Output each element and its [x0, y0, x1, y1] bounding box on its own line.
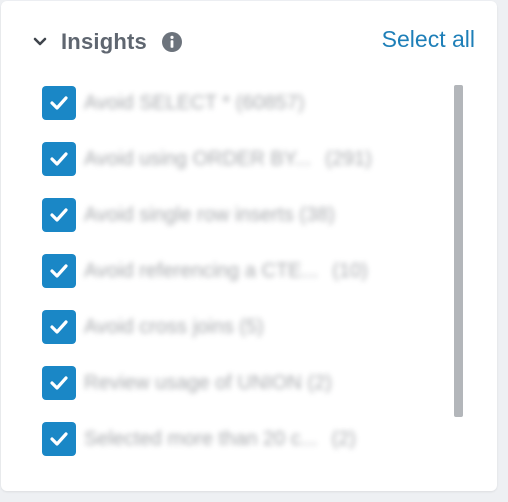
- item-count: (291): [325, 147, 372, 170]
- checkbox[interactable]: [42, 142, 76, 176]
- section-title: Insights: [61, 29, 147, 54]
- list-item[interactable]: Avoid single row inserts (38): [42, 197, 442, 233]
- item-count: (2): [331, 427, 356, 450]
- item-label: Review usage of UNION (2): [84, 371, 332, 394]
- list-item[interactable]: Avoid referencing a CTE... (10): [42, 253, 442, 289]
- item-label: Avoid using ORDER BY...: [84, 147, 312, 170]
- checkmark-icon: [50, 376, 68, 390]
- item-count: (10): [332, 259, 368, 282]
- select-all-link[interactable]: Select all: [382, 26, 475, 53]
- scrollbar[interactable]: [454, 85, 463, 417]
- item-label: Avoid SELECT * (60857): [84, 91, 305, 114]
- checkmark-icon: [50, 264, 68, 278]
- list-item[interactable]: Avoid cross joins (5): [42, 309, 442, 345]
- checkmark-icon: [50, 96, 68, 110]
- item-label: Avoid cross joins (5): [84, 315, 264, 338]
- list-item[interactable]: Avoid SELECT * (60857): [42, 85, 442, 121]
- checkbox[interactable]: [42, 422, 76, 456]
- checkbox[interactable]: [42, 254, 76, 288]
- chevron-down-icon[interactable]: [31, 33, 49, 51]
- insights-panel: Insights Select all Avoid SELECT * (6085…: [1, 1, 497, 491]
- insights-list: Avoid SELECT * (60857) Avoid using ORDER …: [42, 85, 442, 477]
- checkbox[interactable]: [42, 366, 76, 400]
- checkmark-icon: [50, 432, 68, 446]
- checkbox[interactable]: [42, 86, 76, 120]
- item-label: Selected more than 20 c...: [84, 427, 318, 450]
- item-label: Avoid referencing a CTE...: [84, 259, 319, 282]
- info-icon[interactable]: [161, 31, 183, 53]
- list-item[interactable]: Review usage of UNION (2): [42, 365, 442, 401]
- checkmark-icon: [50, 208, 68, 222]
- insights-header: Insights Select all: [31, 25, 475, 59]
- item-label: Avoid single row inserts (38): [84, 203, 335, 226]
- list-item[interactable]: Avoid using ORDER BY... (291): [42, 141, 442, 177]
- checkmark-icon: [50, 152, 68, 166]
- list-item[interactable]: Selected more than 20 c... (2): [42, 421, 442, 457]
- checkbox[interactable]: [42, 310, 76, 344]
- checkbox[interactable]: [42, 198, 76, 232]
- checkmark-icon: [50, 320, 68, 334]
